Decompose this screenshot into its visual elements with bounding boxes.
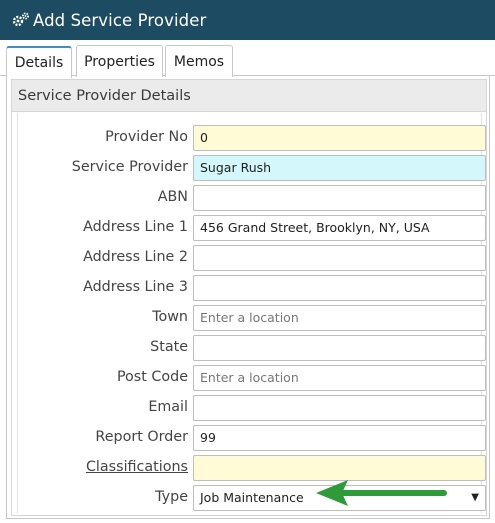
- form-row-report-order: Report Order 99: [18, 425, 488, 451]
- report-order-field[interactable]: 99: [193, 425, 486, 451]
- post-code-field[interactable]: Enter a location: [193, 365, 486, 391]
- abn-label: ABN: [157, 189, 188, 205]
- email-label: Email: [148, 399, 188, 415]
- gears-icon: [11, 10, 31, 30]
- tab-bar: Details Properties Memos: [0, 40, 495, 78]
- abn-field[interactable]: [193, 185, 486, 211]
- type-label: Type: [155, 489, 188, 505]
- state-label: State: [150, 339, 188, 355]
- address-line-3-label: Address Line 3: [83, 279, 188, 295]
- address-line-2-field[interactable]: [193, 245, 486, 271]
- form-row-provider-no: Provider No 0: [18, 125, 488, 151]
- green-arrow-icon: [316, 480, 447, 506]
- tab-details[interactable]: Details: [6, 46, 72, 78]
- town-field[interactable]: Enter a location: [193, 305, 486, 331]
- section-title: Service Provider Details: [12, 80, 486, 112]
- window-title: Add Service Provider: [33, 10, 207, 30]
- details-panel: Service Provider Details Provider No 0 S…: [6, 76, 490, 519]
- form-row-town: Town Enter a location: [18, 305, 488, 331]
- service-provider-details-section: Service Provider Details Provider No 0 S…: [11, 79, 487, 516]
- form-row-address-line-2: Address Line 2: [18, 245, 488, 271]
- town-placeholder: Enter a location: [200, 310, 299, 325]
- tab-properties[interactable]: Properties: [76, 45, 163, 77]
- town-label: Town: [152, 309, 188, 325]
- post-code-placeholder: Enter a location: [200, 370, 299, 385]
- provider-no-label: Provider No: [105, 129, 188, 145]
- window-titlebar: Add Service Provider: [0, 0, 495, 40]
- state-field[interactable]: [193, 335, 486, 361]
- classifications-link[interactable]: Classifications: [86, 459, 188, 475]
- service-provider-field[interactable]: Sugar Rush: [193, 155, 486, 181]
- form-row-address-line-1: Address Line 1 456 Grand Street, Brookly…: [18, 215, 488, 241]
- address-line-3-field[interactable]: [193, 275, 486, 301]
- form-row-abn: ABN: [18, 185, 488, 211]
- type-selected-value: Job Maintenance: [200, 490, 304, 505]
- address-line-2-label: Address Line 2: [83, 249, 188, 265]
- provider-no-field[interactable]: 0: [193, 125, 486, 151]
- form-row-state: State: [18, 335, 488, 361]
- email-field[interactable]: [193, 395, 486, 421]
- form-row-service-provider: Service Provider Sugar Rush: [18, 155, 488, 181]
- address-line-1-label: Address Line 1: [83, 219, 188, 235]
- report-order-label: Report Order: [95, 429, 188, 445]
- service-provider-label: Service Provider: [71, 159, 188, 175]
- form-body: Provider No 0 Service Provider Sugar Rus…: [17, 113, 486, 513]
- form-row-email: Email: [18, 395, 488, 421]
- form-row-address-line-3: Address Line 3: [18, 275, 488, 301]
- dropdown-arrow-icon[interactable]: ▼: [471, 486, 479, 510]
- tab-memos[interactable]: Memos: [165, 45, 233, 77]
- address-line-1-field[interactable]: 456 Grand Street, Brooklyn, NY, USA: [193, 215, 486, 241]
- form-row-post-code: Post Code Enter a location: [18, 365, 488, 391]
- post-code-label: Post Code: [116, 369, 188, 385]
